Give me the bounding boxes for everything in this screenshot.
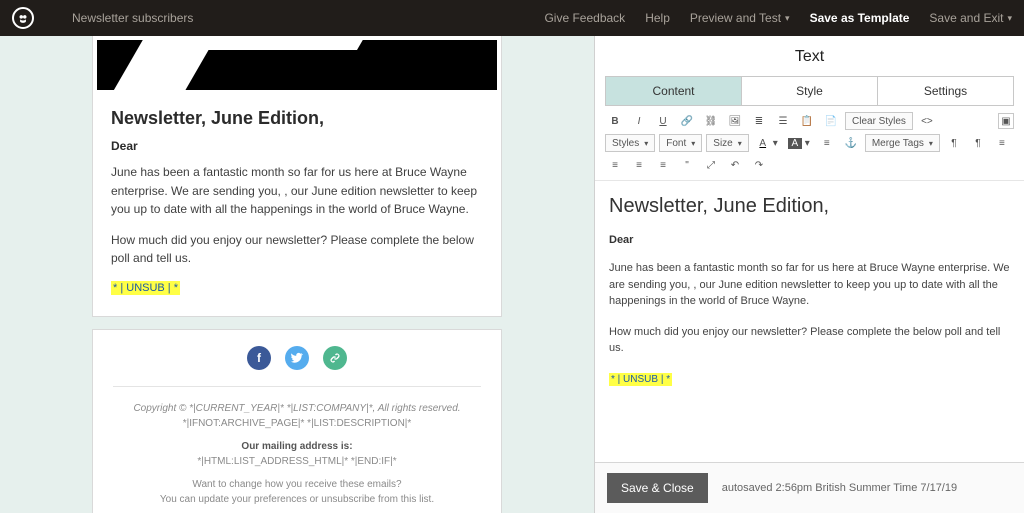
panel-footer: Save & Close autosaved 2:56pm British Su… xyxy=(595,462,1024,513)
body-paragraph-2: How much did you enjoy our newsletter? P… xyxy=(111,231,483,268)
underline-button[interactable]: U xyxy=(653,112,673,130)
anchor-button[interactable]: ⚓ xyxy=(841,134,861,152)
social-row: f xyxy=(113,346,481,370)
save-and-exit-menu[interactable]: Save and Exit ▾ xyxy=(929,11,1012,25)
editor-paragraph-2: How much did you enjoy our newsletter? P… xyxy=(609,324,1010,357)
autosave-status: autosaved 2:56pm British Summer Time 7/1… xyxy=(722,482,957,494)
editor-title: Newsletter, June Edition, xyxy=(609,195,1010,218)
rich-text-editor[interactable]: Newsletter, June Edition, Dear June has … xyxy=(595,185,1024,462)
app-logo[interactable] xyxy=(12,7,34,29)
bg-color-button[interactable]: A▾ xyxy=(785,134,813,152)
bird-icon xyxy=(291,352,303,364)
unsubscribe-merge-tag: * | UNSUB | * xyxy=(111,281,180,295)
text-color-button[interactable]: A▾ xyxy=(753,134,781,152)
facebook-icon[interactable]: f xyxy=(247,346,271,370)
paste-plain-button[interactable]: 📄 xyxy=(821,112,841,130)
paste-button[interactable]: 📋 xyxy=(797,112,817,130)
rtl-button[interactable]: ¶ xyxy=(968,134,988,152)
footer-mailing-value: *|HTML:LIST_ADDRESS_HTML|* *|END:IF|* xyxy=(113,454,481,469)
save-as-template-button[interactable]: Save as Template xyxy=(810,11,910,25)
align-right-button[interactable]: ≡ xyxy=(629,156,649,174)
footer-block[interactable]: f Copyright © *|CURRENT_YEAR|* *|LIST:CO… xyxy=(92,329,502,513)
tab-settings[interactable]: Settings xyxy=(877,77,1013,105)
audience-name[interactable]: Newsletter subscribers xyxy=(72,11,193,25)
twitter-icon[interactable] xyxy=(285,346,309,370)
align-justify-button[interactable]: ≡ xyxy=(653,156,673,174)
monkey-icon xyxy=(16,11,30,25)
chevron-down-icon: ▾ xyxy=(1007,13,1012,24)
panel-title: Text xyxy=(595,36,1024,76)
footer-mailing-label: Our mailing address is: xyxy=(113,439,481,454)
editor-greeting: Dear xyxy=(609,234,1010,246)
footer-change: Want to change how you receive these ema… xyxy=(113,477,481,492)
footer-copyright: Copyright © *|CURRENT_YEAR|* *|LIST:COMP… xyxy=(133,403,460,414)
text-block[interactable]: Newsletter, June Edition, Dear June has … xyxy=(92,94,502,317)
greeting: Dear xyxy=(111,139,483,153)
merge-tags-dropdown[interactable]: Merge Tags▾ xyxy=(865,134,940,152)
expand-toolbar-button[interactable]: ▣ xyxy=(998,113,1014,129)
main-split: Newsletter, June Edition, Dear June has … xyxy=(0,36,1024,513)
undo-button[interactable]: ↶ xyxy=(725,156,745,174)
chain-icon xyxy=(329,352,341,364)
toolbar-row-2: Styles▾ Font▾ Size▾ A▾ A▾ ≡ ⚓ Merge Tags… xyxy=(595,130,1024,181)
bold-button[interactable]: B xyxy=(605,112,625,130)
hero-image-block[interactable] xyxy=(92,36,502,94)
font-dropdown[interactable]: Font▾ xyxy=(659,134,702,152)
save-and-close-button[interactable]: Save & Close xyxy=(607,473,708,503)
footer-update: You can update your preferences or unsub… xyxy=(113,492,481,507)
tab-style[interactable]: Style xyxy=(741,77,877,105)
panel-tabs: Content Style Settings xyxy=(605,76,1014,106)
help-link[interactable]: Help xyxy=(645,11,670,25)
editor-panel: Text Content Style Settings B I U 🔗 ⛓ 🖼 … xyxy=(594,36,1024,513)
editor-unsub-tag: * | UNSUB | * xyxy=(609,373,672,386)
editor-paragraph-1: June has been a fantastic month so far f… xyxy=(609,260,1010,310)
italic-button[interactable]: I xyxy=(629,112,649,130)
code-button[interactable]: <> xyxy=(917,112,937,130)
image-button[interactable]: 🖼 xyxy=(725,112,745,130)
give-feedback-link[interactable]: Give Feedback xyxy=(544,11,625,25)
clear-styles-button[interactable]: Clear Styles xyxy=(845,112,913,130)
save-and-exit-label: Save and Exit xyxy=(929,11,1003,25)
styles-dropdown[interactable]: Styles▾ xyxy=(605,134,655,152)
newsletter-title: Newsletter, June Edition, xyxy=(111,108,483,129)
hero-image xyxy=(97,40,497,90)
top-bar: Newsletter subscribers Give Feedback Hel… xyxy=(0,0,1024,36)
toolbar-row-1: B I U 🔗 ⛓ 🖼 ≣ ☰ 📋 📄 Clear Styles <> ▣ xyxy=(595,106,1024,130)
size-dropdown[interactable]: Size▾ xyxy=(706,134,748,152)
align-center-button[interactable]: ≡ xyxy=(605,156,625,174)
link-icon[interactable] xyxy=(323,346,347,370)
body-paragraph-1: June has been a fantastic month so far f… xyxy=(111,163,483,219)
redo-button[interactable]: ↷ xyxy=(749,156,769,174)
footer-archive: *|IFNOT:ARCHIVE_PAGE|* *|LIST:DESCRIPTIO… xyxy=(113,416,481,431)
email-preview-pane[interactable]: Newsletter, June Edition, Dear June has … xyxy=(0,36,594,513)
preview-and-test-menu[interactable]: Preview and Test ▾ xyxy=(690,11,790,25)
line-height-button[interactable]: ≡ xyxy=(817,134,837,152)
ltr-button[interactable]: ¶ xyxy=(944,134,964,152)
tab-content[interactable]: Content xyxy=(606,77,741,105)
chevron-down-icon: ▾ xyxy=(785,13,790,24)
unordered-list-button[interactable]: ☰ xyxy=(773,112,793,130)
preview-and-test-label: Preview and Test xyxy=(690,11,781,25)
fullscreen-button[interactable]: ⤢ xyxy=(701,156,721,174)
link-button[interactable]: 🔗 xyxy=(677,112,697,130)
ordered-list-button[interactable]: ≣ xyxy=(749,112,769,130)
special-char-button[interactable]: " xyxy=(677,156,697,174)
unlink-button[interactable]: ⛓ xyxy=(701,112,721,130)
align-left-button[interactable]: ≡ xyxy=(992,134,1012,152)
